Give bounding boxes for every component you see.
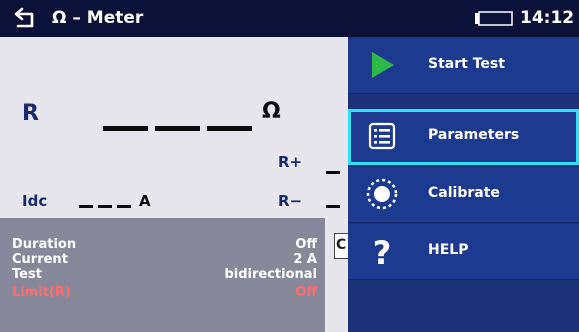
clock: 14:12	[520, 8, 575, 28]
menu-item-label: HELP	[428, 242, 469, 258]
menu-item-start-test[interactable]: Start Test	[348, 38, 579, 94]
help-icon: ?	[373, 234, 392, 269]
battery-icon	[475, 11, 513, 26]
r-plus-value-dash	[326, 171, 340, 174]
idc-value-dash	[79, 205, 93, 208]
r-plus-label: R+	[278, 153, 303, 171]
param-value: Off	[295, 237, 317, 252]
page-title: Ω – Meter	[52, 8, 144, 28]
param-label: Current	[12, 252, 68, 267]
side-menu: Start Test Parameters Calibrate ? HELP	[348, 37, 579, 332]
r-value-dash	[155, 126, 200, 131]
back-arrow-icon[interactable]	[12, 6, 38, 30]
menu-item-help[interactable]: ? HELP	[348, 224, 579, 280]
menu-item-parameters[interactable]: Parameters	[348, 109, 579, 165]
param-value: bidirectional	[224, 267, 317, 282]
list-icon	[368, 122, 396, 150]
param-label: Test	[12, 267, 42, 282]
r-minus-label: R−	[278, 192, 303, 210]
calibrate-icon	[366, 178, 398, 210]
param-value: Off	[295, 285, 317, 300]
idc-value-dash	[117, 205, 131, 208]
r-value-dash	[207, 126, 252, 131]
param-value: 2 A	[293, 252, 317, 267]
r-unit: Ω	[262, 99, 281, 124]
title-bar: Ω – Meter 14:12	[0, 0, 579, 37]
parameter-panel: Duration Off Current 2 A Test bidirectio…	[0, 218, 325, 332]
param-label: Duration	[12, 237, 77, 252]
svg-text:?: ?	[373, 234, 392, 269]
r-label: R	[22, 101, 39, 126]
menu-item-label: Start Test	[428, 56, 505, 72]
menu-item-label: Calibrate	[428, 185, 500, 201]
menu-item-label: Parameters	[428, 127, 520, 143]
measurement-area: R Ω R+ Idc A R− Duration Off Current 2 A…	[0, 37, 350, 332]
param-label: Limit(R)	[12, 285, 71, 300]
idc-value-dash	[98, 205, 112, 208]
menu-item-calibrate[interactable]: Calibrate	[348, 167, 579, 223]
idc-unit: A	[139, 192, 151, 210]
r-value-dash	[103, 126, 148, 131]
play-icon	[372, 52, 394, 78]
r-minus-value-dash	[326, 205, 340, 208]
idc-label: Idc	[22, 192, 48, 210]
